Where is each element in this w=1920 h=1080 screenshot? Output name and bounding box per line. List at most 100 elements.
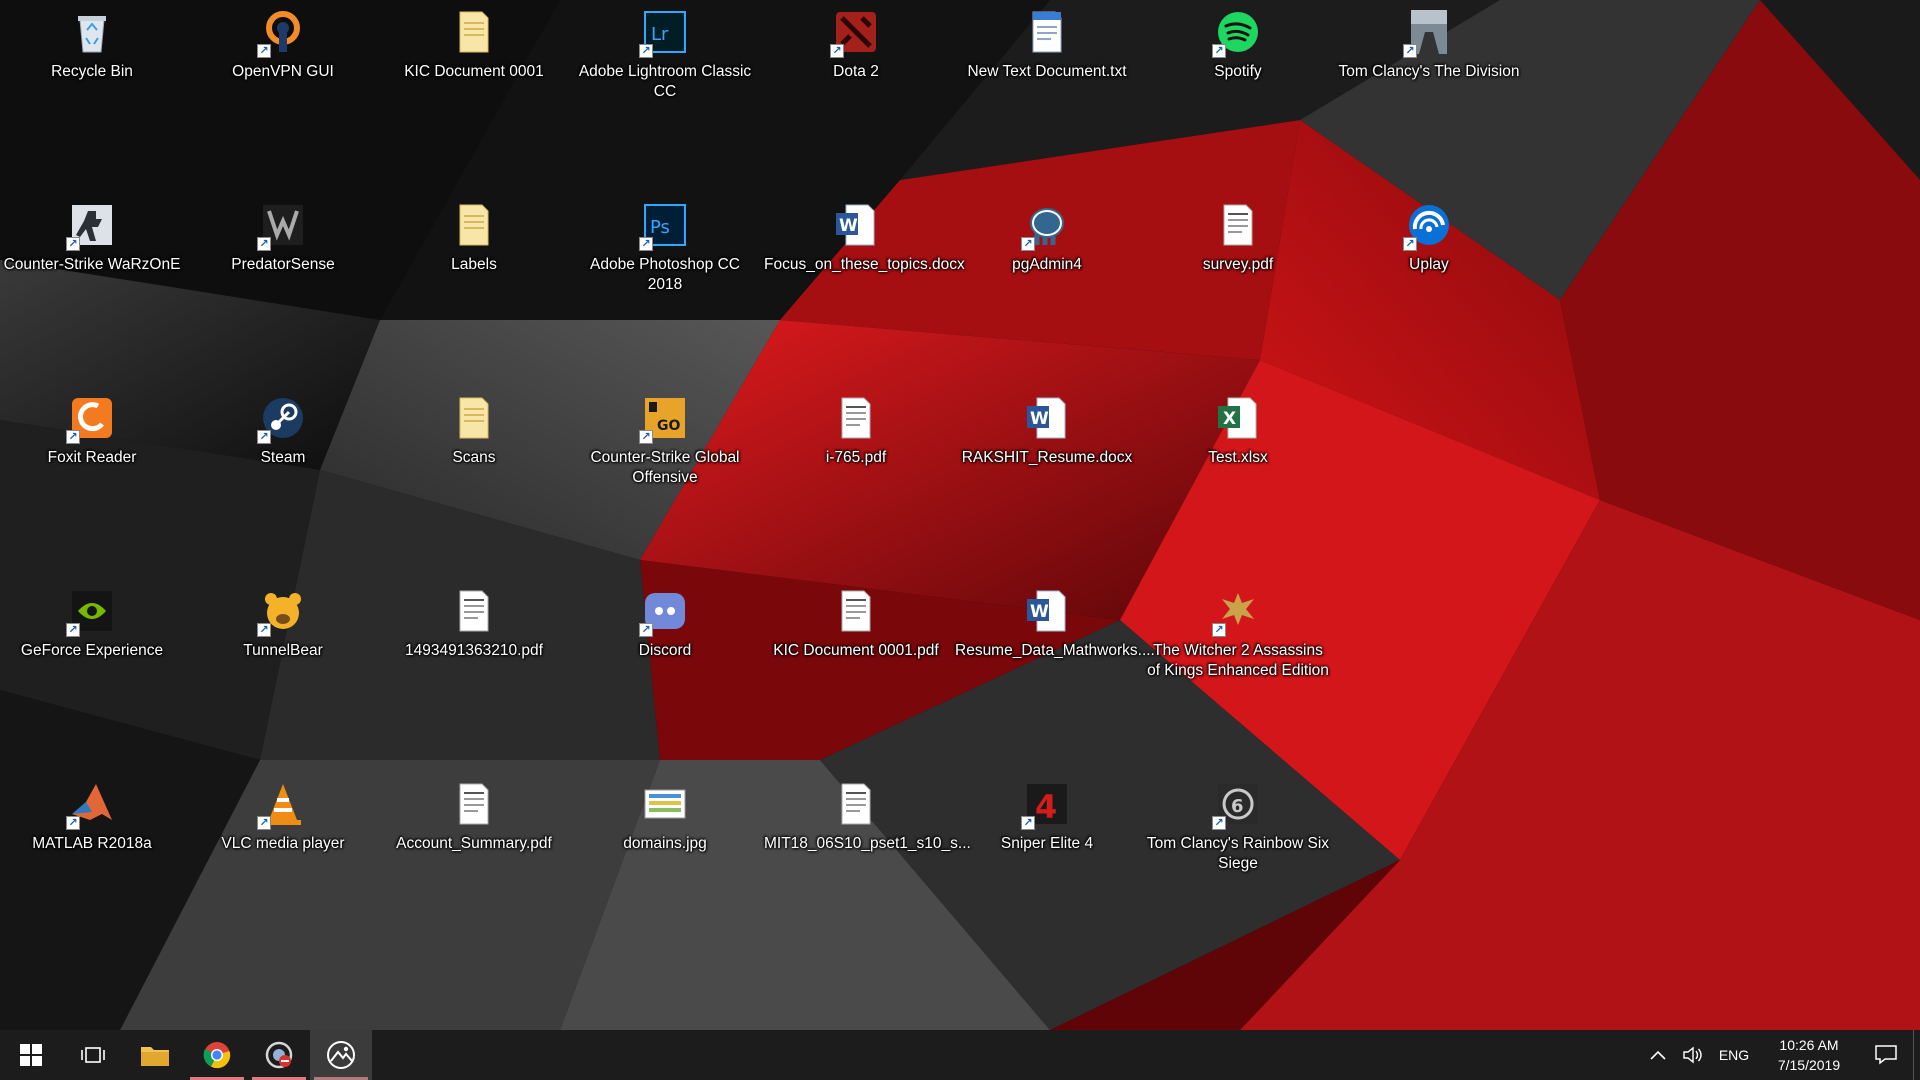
predatorsense-icon: ↗ xyxy=(257,201,307,251)
desktop-icon[interactable]: ↗ TunnelBear xyxy=(189,583,377,753)
pdf-file-icon xyxy=(832,780,880,828)
desktop-icon[interactable]: W RAKSHIT_Resume.docx xyxy=(953,390,1141,560)
desktop-icon-label: Tom Clancy's Rainbow Six Siege xyxy=(1146,835,1330,872)
shortcut-arrow-icon: ↗ xyxy=(66,430,80,444)
folder-icon xyxy=(450,201,498,249)
desktop-icon[interactable]: W Resume_Data_Mathworks.... xyxy=(953,583,1155,753)
desktop-icon-label: Uplay xyxy=(1409,256,1449,273)
shortcut-arrow-icon: ↗ xyxy=(1212,816,1226,830)
desktop-icon[interactable]: domains.jpg xyxy=(571,776,759,946)
desktop-icon[interactable]: ↗ MATLAB R2018a xyxy=(0,776,186,946)
lightroom-icon: Lr ↗ xyxy=(639,8,689,58)
desktop-icon[interactable]: ↗ GeForce Experience xyxy=(0,583,186,753)
show-hidden-icons-button[interactable] xyxy=(1641,1030,1675,1080)
desktop-icon[interactable]: 1493491363210.pdf xyxy=(380,583,568,753)
taskbar: ENG 10:26 AM 7/15/2019 xyxy=(0,1030,1920,1080)
desktop-icon[interactable]: i-765.pdf xyxy=(762,390,950,560)
desktop-icon[interactable]: Ps ↗ Adobe Photoshop CC 2018 xyxy=(571,197,759,367)
desktop-icon-label: Dota 2 xyxy=(833,63,879,80)
desktop-icon[interactable]: Labels xyxy=(380,197,568,367)
matlab-icon: ↗ xyxy=(66,780,116,830)
clock-time: 10:26 AM xyxy=(1779,1037,1839,1053)
desktop-icon[interactable]: ↗ Uplay xyxy=(1335,197,1523,367)
vpn-app-icon xyxy=(265,1041,293,1069)
desktop-icon-label: VLC media player xyxy=(221,835,345,852)
desktop-icon[interactable]: ↗ Discord xyxy=(571,583,759,753)
geforce-icon: ↗ xyxy=(66,587,116,637)
desktop-icon-label: Resume_Data_Mathworks.... xyxy=(955,642,1155,659)
volume-button[interactable] xyxy=(1675,1030,1709,1080)
shortcut-arrow-icon: ↗ xyxy=(1403,237,1417,251)
pdf-file-icon xyxy=(450,587,498,635)
task-view-button[interactable] xyxy=(62,1030,124,1080)
desktop-icon[interactable]: Account_Summary.pdf xyxy=(380,776,568,946)
desktop-icon-label: MATLAB R2018a xyxy=(32,835,152,852)
file-explorer-button[interactable] xyxy=(124,1030,186,1080)
desktop-icon[interactable]: ↗ Foxit Reader xyxy=(0,390,186,560)
dota2-icon: ↗ xyxy=(830,8,880,58)
svg-text:4: 4 xyxy=(1035,788,1057,826)
desktop-icon-label: Focus_on_these_topics.docx xyxy=(764,256,965,273)
chrome-button[interactable] xyxy=(186,1030,248,1080)
input-language-indicator[interactable]: ENG xyxy=(1709,1030,1759,1080)
shortcut-arrow-icon: ↗ xyxy=(639,623,653,637)
desktop-icon[interactable]: ↗ pgAdmin4 xyxy=(953,197,1141,367)
desktop-icon-label: Steam xyxy=(260,449,306,466)
pdf-file-icon xyxy=(450,780,498,828)
desktop-icon[interactable]: W Focus_on_these_topics.docx xyxy=(762,197,965,367)
desktop-icon[interactable]: Scans xyxy=(380,390,568,560)
svg-text:W: W xyxy=(839,216,858,236)
csgo-icon: GO ↗ xyxy=(639,394,689,444)
desktop-icon-label: pgAdmin4 xyxy=(1012,256,1082,273)
desktop-icon[interactable]: ↗ VLC media player xyxy=(189,776,377,946)
desktop-icon[interactable]: ↗ Steam xyxy=(189,390,377,560)
folder-icon xyxy=(141,1047,169,1066)
desktop-icon-label: Scans xyxy=(452,449,496,466)
desktop-icon[interactable]: Recycle Bin xyxy=(0,4,186,174)
desktop-icon[interactable]: ↗ OpenVPN GUI xyxy=(189,4,377,174)
desktop-icon[interactable]: ↗ Dota 2 xyxy=(762,4,950,174)
svg-text:GO: GO xyxy=(657,418,680,434)
task-view-icon xyxy=(81,1047,105,1063)
desktop-icon-label: The Witcher 2 Assassins of Kings Enhance… xyxy=(1147,642,1329,679)
desktop-icon[interactable]: MIT18_06S10_pset1_s10_s... xyxy=(762,776,971,946)
desktop-icon[interactable]: ↗ Counter-Strike WaRzOnE xyxy=(0,197,186,367)
vpn-app-button[interactable] xyxy=(248,1030,310,1080)
clock[interactable]: 10:26 AM 7/15/2019 xyxy=(1759,1030,1859,1080)
desktop-icon[interactable]: New Text Document.txt xyxy=(953,4,1141,174)
text-file-icon xyxy=(1023,8,1071,56)
desktop-icon[interactable]: 6 ↗ Tom Clancy's Rainbow Six Siege xyxy=(1144,776,1332,946)
desktop-icon[interactable]: KIC Document 0001 xyxy=(380,4,568,174)
start-button[interactable] xyxy=(0,1030,62,1080)
desktop-icon[interactable]: KIC Document 0001.pdf xyxy=(762,583,950,753)
photoshop-icon: Ps ↗ xyxy=(639,201,689,251)
desktop-icon[interactable]: survey.pdf xyxy=(1144,197,1332,367)
desktop-icon[interactable]: X Test.xlsx xyxy=(1144,390,1332,560)
division-icon: ↗ xyxy=(1403,8,1453,58)
desktop-icon-label: Recycle Bin xyxy=(51,63,133,80)
desktop-icon[interactable]: ↗ Tom Clancy's The Division xyxy=(1335,4,1523,174)
desktop-icon-label: Labels xyxy=(451,256,497,273)
clock-date: 7/15/2019 xyxy=(1777,1057,1841,1073)
spotify-icon: ↗ xyxy=(1212,8,1262,58)
desktop-icon-label: Sniper Elite 4 xyxy=(1000,835,1094,852)
action-center-button[interactable] xyxy=(1859,1030,1913,1080)
desktop-icon[interactable]: 4 ↗ Sniper Elite 4 xyxy=(953,776,1141,946)
desktop-icon[interactable]: ↗ PredatorSense xyxy=(189,197,377,367)
shortcut-arrow-icon: ↗ xyxy=(257,44,271,58)
photos-app-button[interactable] xyxy=(310,1030,372,1080)
desktop-icon-label: RAKSHIT_Resume.docx xyxy=(961,449,1133,466)
desktop-icon-label: Adobe Photoshop CC 2018 xyxy=(590,256,740,293)
word-doc-icon: W xyxy=(832,201,880,249)
desktop-icon[interactable]: ↗ The Witcher 2 Assassins of Kings Enhanc… xyxy=(1144,583,1332,753)
show-desktop-button[interactable] xyxy=(1913,1030,1920,1080)
desktop-icon[interactable]: GO ↗ Counter-Strike Global Offensive xyxy=(571,390,759,560)
image-file-icon xyxy=(641,780,689,828)
desktop-icon-label: Spotify xyxy=(1214,63,1262,80)
shortcut-arrow-icon: ↗ xyxy=(66,237,80,251)
svg-text:X: X xyxy=(1223,409,1236,429)
desktop-icon[interactable]: ↗ Spotify xyxy=(1144,4,1332,174)
shortcut-arrow-icon: ↗ xyxy=(639,430,653,444)
desktop-icon[interactable]: Lr ↗ Adobe Lightroom Classic CC xyxy=(571,4,759,174)
photos-icon xyxy=(327,1041,355,1069)
